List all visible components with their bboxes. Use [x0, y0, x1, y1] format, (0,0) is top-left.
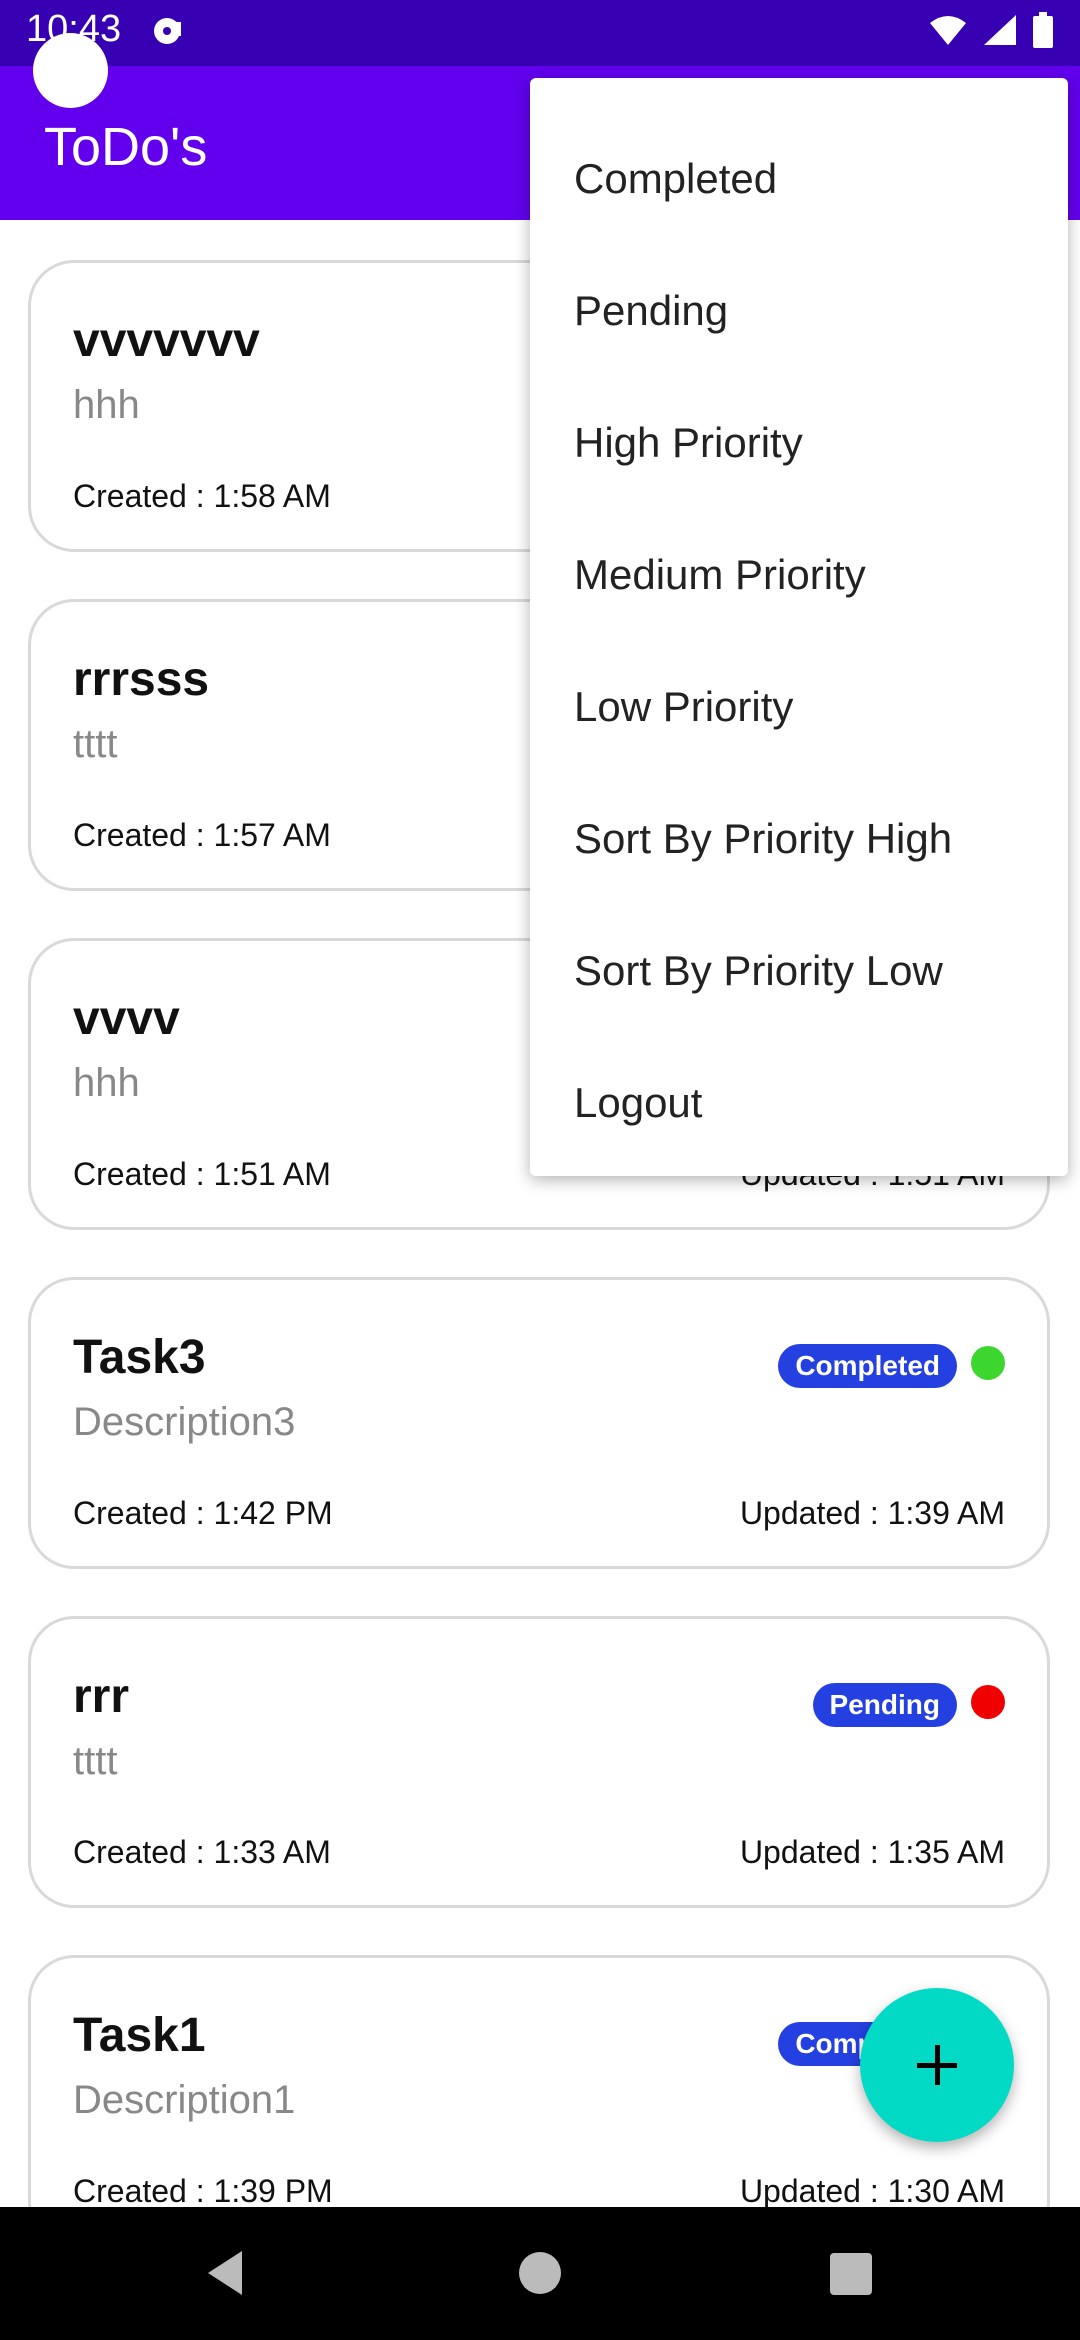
task-created: Created : 1:39 PM	[73, 2173, 333, 2207]
media-icon	[154, 18, 181, 44]
navigation-bar	[0, 2207, 1080, 2340]
task-description: tttt	[73, 722, 118, 766]
status-dot	[971, 1685, 1005, 1719]
task-created: Created : 1:57 AM	[73, 817, 331, 853]
plus-icon	[917, 2045, 957, 2085]
back-icon[interactable]	[160, 2207, 293, 2340]
task-title: vvvvvvv	[73, 314, 260, 367]
menu-item-low-priority[interactable]: Low Priority	[530, 641, 1068, 773]
menu-item-medium-priority[interactable]: Medium Priority	[530, 509, 1068, 641]
menu-item-sort-low[interactable]: Sort By Priority Low	[530, 905, 1068, 1037]
task-updated: Updated : 1:35 AM	[739, 1834, 1005, 1870]
wifi-icon	[930, 16, 966, 45]
camera-cutout	[33, 33, 108, 108]
task-created: Created : 1:33 AM	[73, 1834, 331, 1870]
task-updated: Updated : 1:30 AM	[739, 2173, 1005, 2207]
task-description: Description1	[73, 2078, 296, 2122]
home-icon[interactable]	[474, 2207, 607, 2340]
task-title: Task3	[73, 1331, 206, 1384]
task-created: Created : 1:58 AM	[73, 478, 331, 514]
task-description: Description3	[73, 1400, 296, 1444]
task-title: Task1	[73, 2009, 206, 2062]
battery-icon	[1033, 12, 1053, 48]
task-title: rrrsss	[73, 653, 210, 706]
task-created: Created : 1:51 AM	[73, 1156, 331, 1192]
status-badge: Pending	[812, 1683, 957, 1727]
task-title: vvvv	[73, 992, 180, 1045]
task-card[interactable]: Task3 Description3 Completed Created : 1…	[28, 1277, 1050, 1569]
page-title: ToDo's	[44, 117, 208, 177]
status-bar: 10:43	[0, 0, 1080, 66]
status-dot	[971, 1346, 1005, 1380]
task-created: Created : 1:42 PM	[73, 1495, 333, 1531]
status-badge: Completed	[778, 1344, 957, 1388]
menu-item-completed[interactable]: Completed	[530, 113, 1068, 245]
overflow-menu: Completed Pending High Priority Medium P…	[530, 78, 1068, 1176]
status-icons	[928, 12, 1054, 48]
menu-item-logout[interactable]: Logout	[530, 1037, 1068, 1169]
task-description: tttt	[73, 1739, 118, 1783]
task-description: hhh	[73, 383, 140, 427]
add-task-button[interactable]	[860, 1988, 1014, 2142]
task-description: hhh	[73, 1061, 140, 1105]
signal-icon	[984, 15, 1016, 45]
task-card[interactable]: rrr tttt Pending Created : 1:33 AM Updat…	[28, 1616, 1050, 1908]
recents-icon[interactable]	[784, 2207, 917, 2340]
task-updated: Updated : 1:39 AM	[739, 1495, 1005, 1531]
menu-item-pending[interactable]: Pending	[530, 245, 1068, 377]
menu-item-sort-high[interactable]: Sort By Priority High	[530, 773, 1068, 905]
task-title: rrr	[73, 1670, 130, 1723]
menu-item-high-priority[interactable]: High Priority	[530, 377, 1068, 509]
